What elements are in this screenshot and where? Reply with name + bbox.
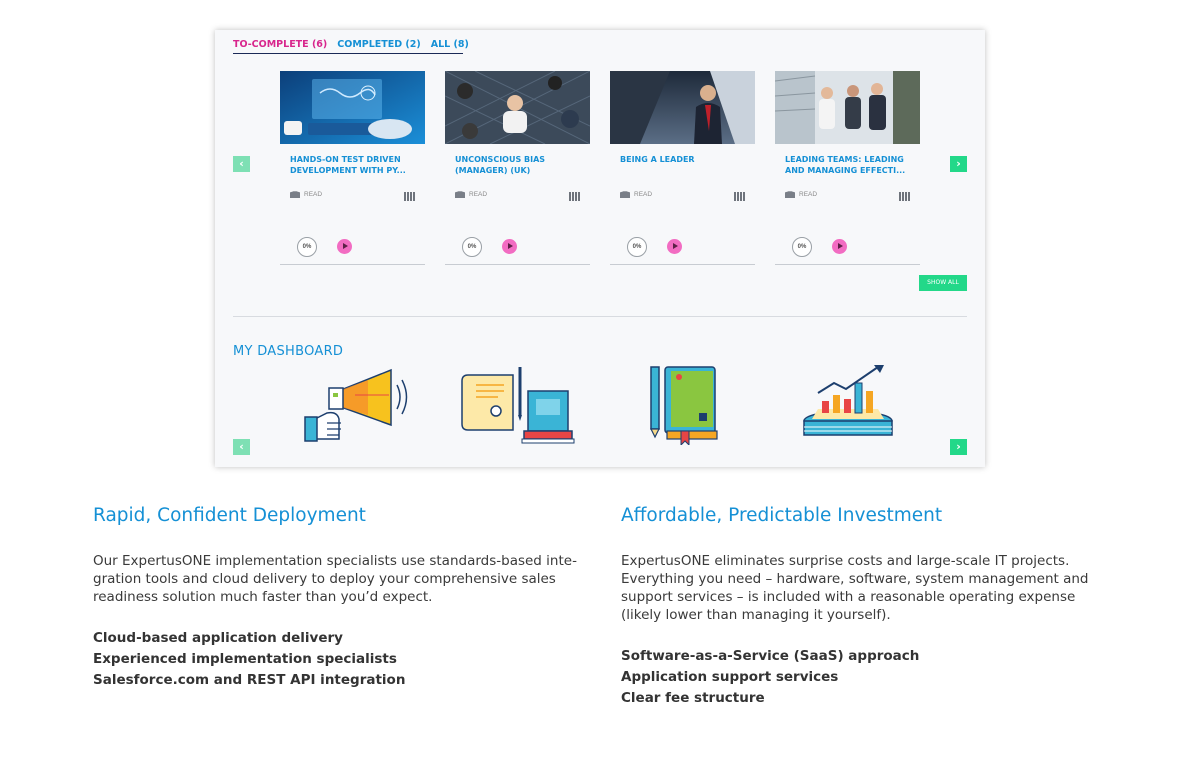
investment-section: Affordable, Predictable Investment Exper… [621, 505, 1111, 709]
dashboard-tiles [280, 362, 920, 447]
megaphone-icon[interactable] [280, 362, 425, 447]
tab-to-complete[interactable]: TO-COMPLETE (6) [233, 39, 328, 54]
book-icon [455, 191, 465, 198]
section-body: ExpertusONE eliminates surprise costs an… [621, 553, 1089, 623]
deployment-section: Rapid, Confident Deployment Our Expertus… [93, 505, 593, 691]
dashboard-prev-button[interactable]: ‹ [233, 439, 250, 455]
course-card[interactable]: HANDS-ON TEST DRIVEN DEVELOPMENT WITH PY… [280, 71, 425, 265]
progress-indicator: 0% [462, 237, 482, 257]
notebook-icon[interactable] [610, 362, 755, 447]
section-heading: Rapid, Confident Deployment [93, 505, 366, 526]
content-type-label: READ [799, 191, 818, 198]
growth-chart-icon[interactable] [775, 362, 920, 447]
content-type: READ [620, 191, 652, 198]
tabs-underline [233, 53, 463, 54]
play-button[interactable] [832, 239, 847, 254]
feature-item: Application support services [621, 669, 839, 685]
course-thumbnail [775, 71, 920, 144]
course-card[interactable]: BEING A LEADER READ 0% [610, 71, 755, 265]
course-thumbnail [610, 71, 755, 144]
course-thumbnail [280, 71, 425, 144]
feature-item: Experienced implementation specialists [93, 651, 397, 667]
content-type: READ [455, 191, 487, 198]
progress-indicator: 0% [627, 237, 647, 257]
carousel-prev-button[interactable]: ‹ [233, 156, 250, 172]
book-icon [785, 191, 795, 198]
show-all-button[interactable]: SHOW ALL [919, 275, 967, 291]
dashboard-next-button[interactable]: › [950, 439, 967, 455]
course-card[interactable]: UNCONSCIOUS BIAS (MANAGER) (UK) READ 0% [445, 71, 590, 265]
section-body: Our ExpertusONE implementation specialis… [93, 553, 577, 605]
content-type-label: READ [634, 191, 653, 198]
library-icon [899, 192, 910, 201]
progress-indicator: 0% [792, 237, 812, 257]
course-thumbnail [445, 71, 590, 144]
feature-item: Clear fee structure [621, 690, 765, 706]
play-button[interactable] [667, 239, 682, 254]
library-icon [734, 192, 745, 201]
content-type: READ [785, 191, 817, 198]
feature-list: Cloud-based application delivery Experie… [93, 628, 593, 691]
feature-item: Cloud-based application delivery [93, 630, 343, 646]
feature-item: Software-as-a-Service (SaaS) approach [621, 648, 920, 664]
tab-completed[interactable]: COMPLETED (2) [337, 39, 420, 54]
dashboard-title: MY DASHBOARD [233, 344, 344, 359]
course-title[interactable]: LEADING TEAMS: LEADING AND MANAGING EFFE… [785, 155, 913, 176]
play-button[interactable] [337, 239, 352, 254]
content-type-label: READ [469, 191, 488, 198]
course-title[interactable]: UNCONSCIOUS BIAS (MANAGER) (UK) [455, 155, 583, 176]
course-card[interactable]: LEADING TEAMS: LEADING AND MANAGING EFFE… [775, 71, 920, 265]
course-title[interactable]: HANDS-ON TEST DRIVEN DEVELOPMENT WITH PY… [290, 155, 418, 176]
course-tabs: TO-COMPLETE (6) COMPLETED (2) ALL (8) [233, 39, 469, 54]
certificate-icon[interactable] [445, 362, 590, 447]
tab-all[interactable]: ALL (8) [431, 39, 469, 54]
app-screenshot-panel: TO-COMPLETE (6) COMPLETED (2) ALL (8) ‹ … [215, 30, 985, 467]
book-icon [620, 191, 630, 198]
feature-item: Salesforce.com and REST API integration [93, 672, 406, 688]
section-divider [233, 316, 967, 317]
course-carousel: HANDS-ON TEST DRIVEN DEVELOPMENT WITH PY… [280, 71, 920, 265]
play-button[interactable] [502, 239, 517, 254]
library-icon [404, 192, 415, 201]
library-icon [569, 192, 580, 201]
book-icon [290, 191, 300, 198]
course-title[interactable]: BEING A LEADER [620, 155, 748, 166]
section-heading: Affordable, Predictable Investment [621, 505, 943, 526]
content-type: READ [290, 191, 322, 198]
carousel-next-button[interactable]: › [950, 156, 967, 172]
progress-indicator: 0% [297, 237, 317, 257]
content-type-label: READ [304, 191, 323, 198]
feature-list: Software-as-a-Service (SaaS) approach Ap… [621, 646, 1111, 709]
